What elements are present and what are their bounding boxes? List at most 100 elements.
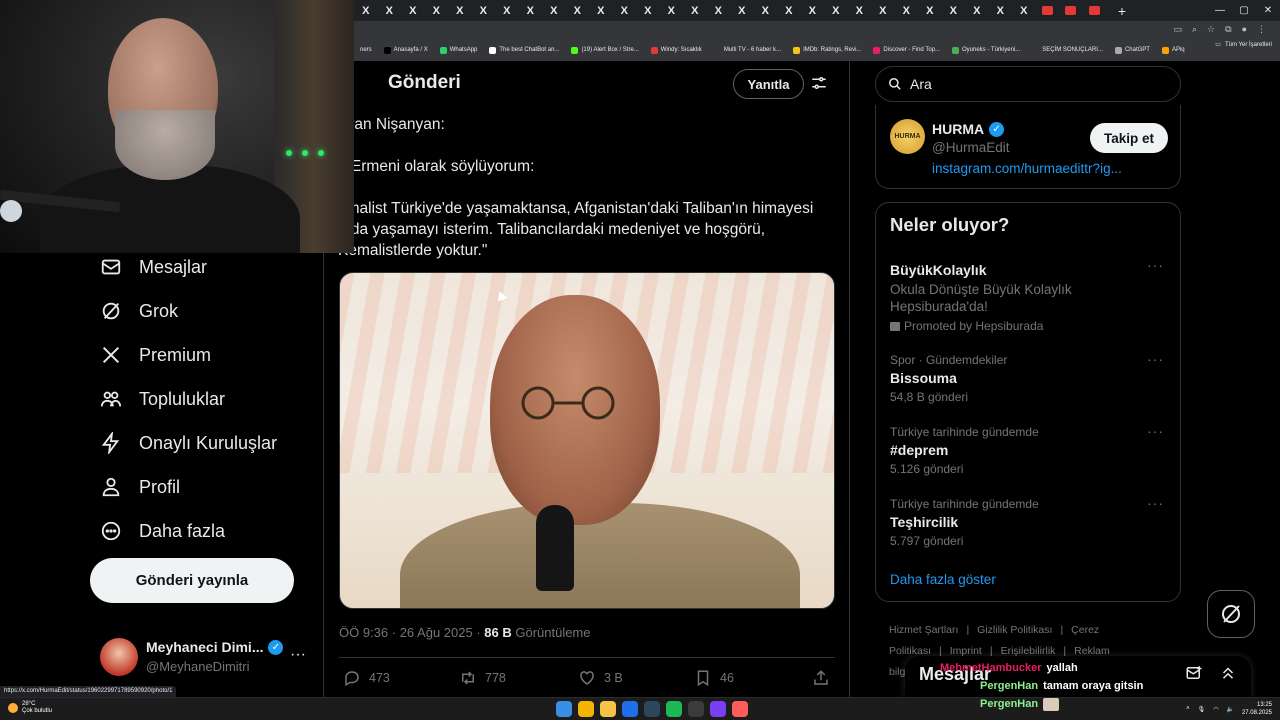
bookmark-item[interactable]: SEÇİM SONUÇLARI... <box>1032 46 1103 54</box>
search-input[interactable]: Ara <box>875 66 1181 102</box>
cast-icon[interactable]: ▭ <box>1173 24 1182 35</box>
browser-tab[interactable]: X <box>401 0 425 21</box>
bookmark-item[interactable]: Discover - Find Top... <box>873 46 940 54</box>
menu-icon[interactable]: ⋮ <box>1257 24 1266 35</box>
star-icon[interactable]: ☆ <box>1207 24 1215 35</box>
account-more-icon[interactable]: ··· <box>290 646 306 664</box>
app-icon[interactable] <box>622 701 638 717</box>
app-icon[interactable] <box>688 701 704 717</box>
bookmark-item[interactable]: Oyuneks - Türkiyeni... <box>952 46 1020 54</box>
spotify-icon[interactable] <box>666 701 682 717</box>
browser-tab[interactable]: X <box>519 0 543 21</box>
wifi-icon[interactable]: ◠ <box>1213 706 1218 713</box>
file-explorer-icon[interactable] <box>600 701 616 717</box>
browser-tab[interactable]: X <box>824 0 848 21</box>
repost-action[interactable]: 778 <box>459 669 506 687</box>
browser-tab[interactable]: X <box>801 0 825 21</box>
steam-icon[interactable] <box>644 701 660 717</box>
post-image[interactable] <box>339 272 835 609</box>
bookmark-item[interactable]: WhatsApp <box>439 46 477 54</box>
more-icon[interactable]: ··· <box>1147 351 1164 367</box>
chevron-up-icon[interactable]: ˄ <box>1186 706 1190 712</box>
browser-tab[interactable]: X <box>660 0 684 21</box>
reply-button[interactable]: Yanıtla <box>733 69 804 99</box>
browser-tab[interactable]: X <box>448 0 472 21</box>
weather-widget[interactable]: 28°C Çok bulutlu <box>8 701 52 715</box>
account-switcher[interactable]: Meyhaneci Dimi... ✓ @MeyhaneDimitri ··· <box>100 638 310 678</box>
close-window-button[interactable]: ✕ <box>1256 0 1280 21</box>
browser-tab[interactable]: X <box>683 0 707 21</box>
browser-tab[interactable]: X <box>730 0 754 21</box>
bookmark-item[interactable]: ChatGPT <box>1114 46 1150 54</box>
filter-icon[interactable] <box>810 74 828 92</box>
maximize-button[interactable]: ▢ <box>1232 0 1256 21</box>
extensions-icon[interactable]: ⧉ <box>1225 24 1231 35</box>
browser-tab[interactable]: X <box>707 0 731 21</box>
app-icon[interactable] <box>732 701 748 717</box>
avatar[interactable]: HURMA <box>890 119 925 154</box>
start-icon[interactable] <box>556 701 572 717</box>
like-action[interactable]: 3 B <box>578 669 623 687</box>
browser-tab[interactable]: X <box>566 0 590 21</box>
chrome-icon[interactable] <box>578 701 594 717</box>
browser-tab[interactable]: X <box>472 0 496 21</box>
sidebar-item-premium[interactable]: Premium <box>90 333 320 377</box>
suggested-account-link[interactable]: instagram.com/hurmaedittr?ig... <box>932 161 1122 176</box>
grok-button[interactable] <box>1207 590 1255 638</box>
bookmark-item[interactable]: (19) Alert Box / Stre... <box>571 46 639 54</box>
suggested-account-name[interactable]: HURMA ✓ <box>932 121 1005 137</box>
bookmark-item[interactable]: Anasayfa / X <box>383 46 428 54</box>
reply-action[interactable]: 473 <box>343 669 390 687</box>
bookmark-item[interactable]: APiq <box>1161 46 1185 54</box>
browser-tab[interactable]: X <box>918 0 942 21</box>
new-message-icon[interactable] <box>1185 664 1203 682</box>
clock[interactable]: 13:25 27.08.2025 <box>1242 701 1272 717</box>
browser-tab[interactable]: X <box>895 0 919 21</box>
browser-tab[interactable]: X <box>495 0 519 21</box>
footer-link[interactable]: Gizlilik Politikası <box>977 624 1052 636</box>
new-tab-button[interactable]: + <box>1112 0 1132 21</box>
minimize-button[interactable]: — <box>1208 0 1232 21</box>
trend-item[interactable]: Türkiye tarihinde gündemde #deprem 5.126… <box>890 423 1168 476</box>
follow-button[interactable]: Takip et <box>1090 123 1168 153</box>
browser-tab[interactable]: X <box>777 0 801 21</box>
show-more-link[interactable]: Daha fazla göster <box>890 572 996 587</box>
all-bookmarks[interactable]: ▭ Tüm Yer İşaretleri <box>1215 41 1272 49</box>
bookmark-item[interactable]: IMDb: Ratings, Revi... <box>793 46 861 54</box>
browser-tab[interactable]: X <box>589 0 613 21</box>
zoom-icon[interactable]: ⌕ <box>1192 24 1197 35</box>
share-action[interactable] <box>812 669 830 687</box>
trend-promoted[interactable]: BüyükKolaylık Okula Dönüşte Büyük Kolayl… <box>890 257 1168 333</box>
browser-tab[interactable]: X <box>636 0 660 21</box>
browser-tab[interactable]: X <box>754 0 778 21</box>
footer-link[interactable]: Hizmet Şartları <box>889 624 958 636</box>
browser-tab[interactable]: X <box>1012 0 1036 21</box>
sidebar-item-communities[interactable]: Topluluklar <box>90 377 320 421</box>
more-icon[interactable]: ··· <box>1147 495 1164 511</box>
browser-tab[interactable] <box>1083 0 1107 21</box>
browser-tab[interactable]: X <box>378 0 402 21</box>
browser-tab[interactable] <box>1036 0 1060 21</box>
bookmark-action[interactable]: 46 <box>694 669 734 687</box>
trend-item[interactable]: Türkiye tarihinde gündemde Teşhircilik 5… <box>890 495 1168 548</box>
profile-icon[interactable]: ● <box>1242 24 1247 35</box>
browser-tab[interactable]: X <box>989 0 1013 21</box>
browser-tab[interactable]: X <box>871 0 895 21</box>
sidebar-item-verified-orgs[interactable]: Onaylı Kuruluşlar <box>90 421 320 465</box>
browser-tab[interactable]: X <box>542 0 566 21</box>
app-icon[interactable] <box>710 701 726 717</box>
post-button[interactable]: Gönderi yayınla <box>90 558 294 603</box>
browser-tab[interactable]: X <box>942 0 966 21</box>
bookmark-item[interactable]: The best ChatBot an... <box>489 46 559 54</box>
volume-icon[interactable]: 🔈 <box>1226 706 1233 713</box>
more-icon[interactable]: ··· <box>1147 257 1164 273</box>
trend-item[interactable]: Spor · Gündemdekiler Bissouma 54,8 B gön… <box>890 351 1168 404</box>
sidebar-item-profile[interactable]: Profil <box>90 465 320 509</box>
browser-tab[interactable]: X <box>848 0 872 21</box>
chevrons-up-icon[interactable] <box>1219 664 1237 682</box>
browser-tab[interactable]: X <box>425 0 449 21</box>
mic-icon[interactable]: 🎙 <box>1198 706 1206 713</box>
bookmark-item[interactable]: Multi TV - 6 haber k... <box>713 46 781 54</box>
sidebar-item-more[interactable]: Daha fazla <box>90 509 320 553</box>
browser-tab[interactable]: X <box>354 0 378 21</box>
